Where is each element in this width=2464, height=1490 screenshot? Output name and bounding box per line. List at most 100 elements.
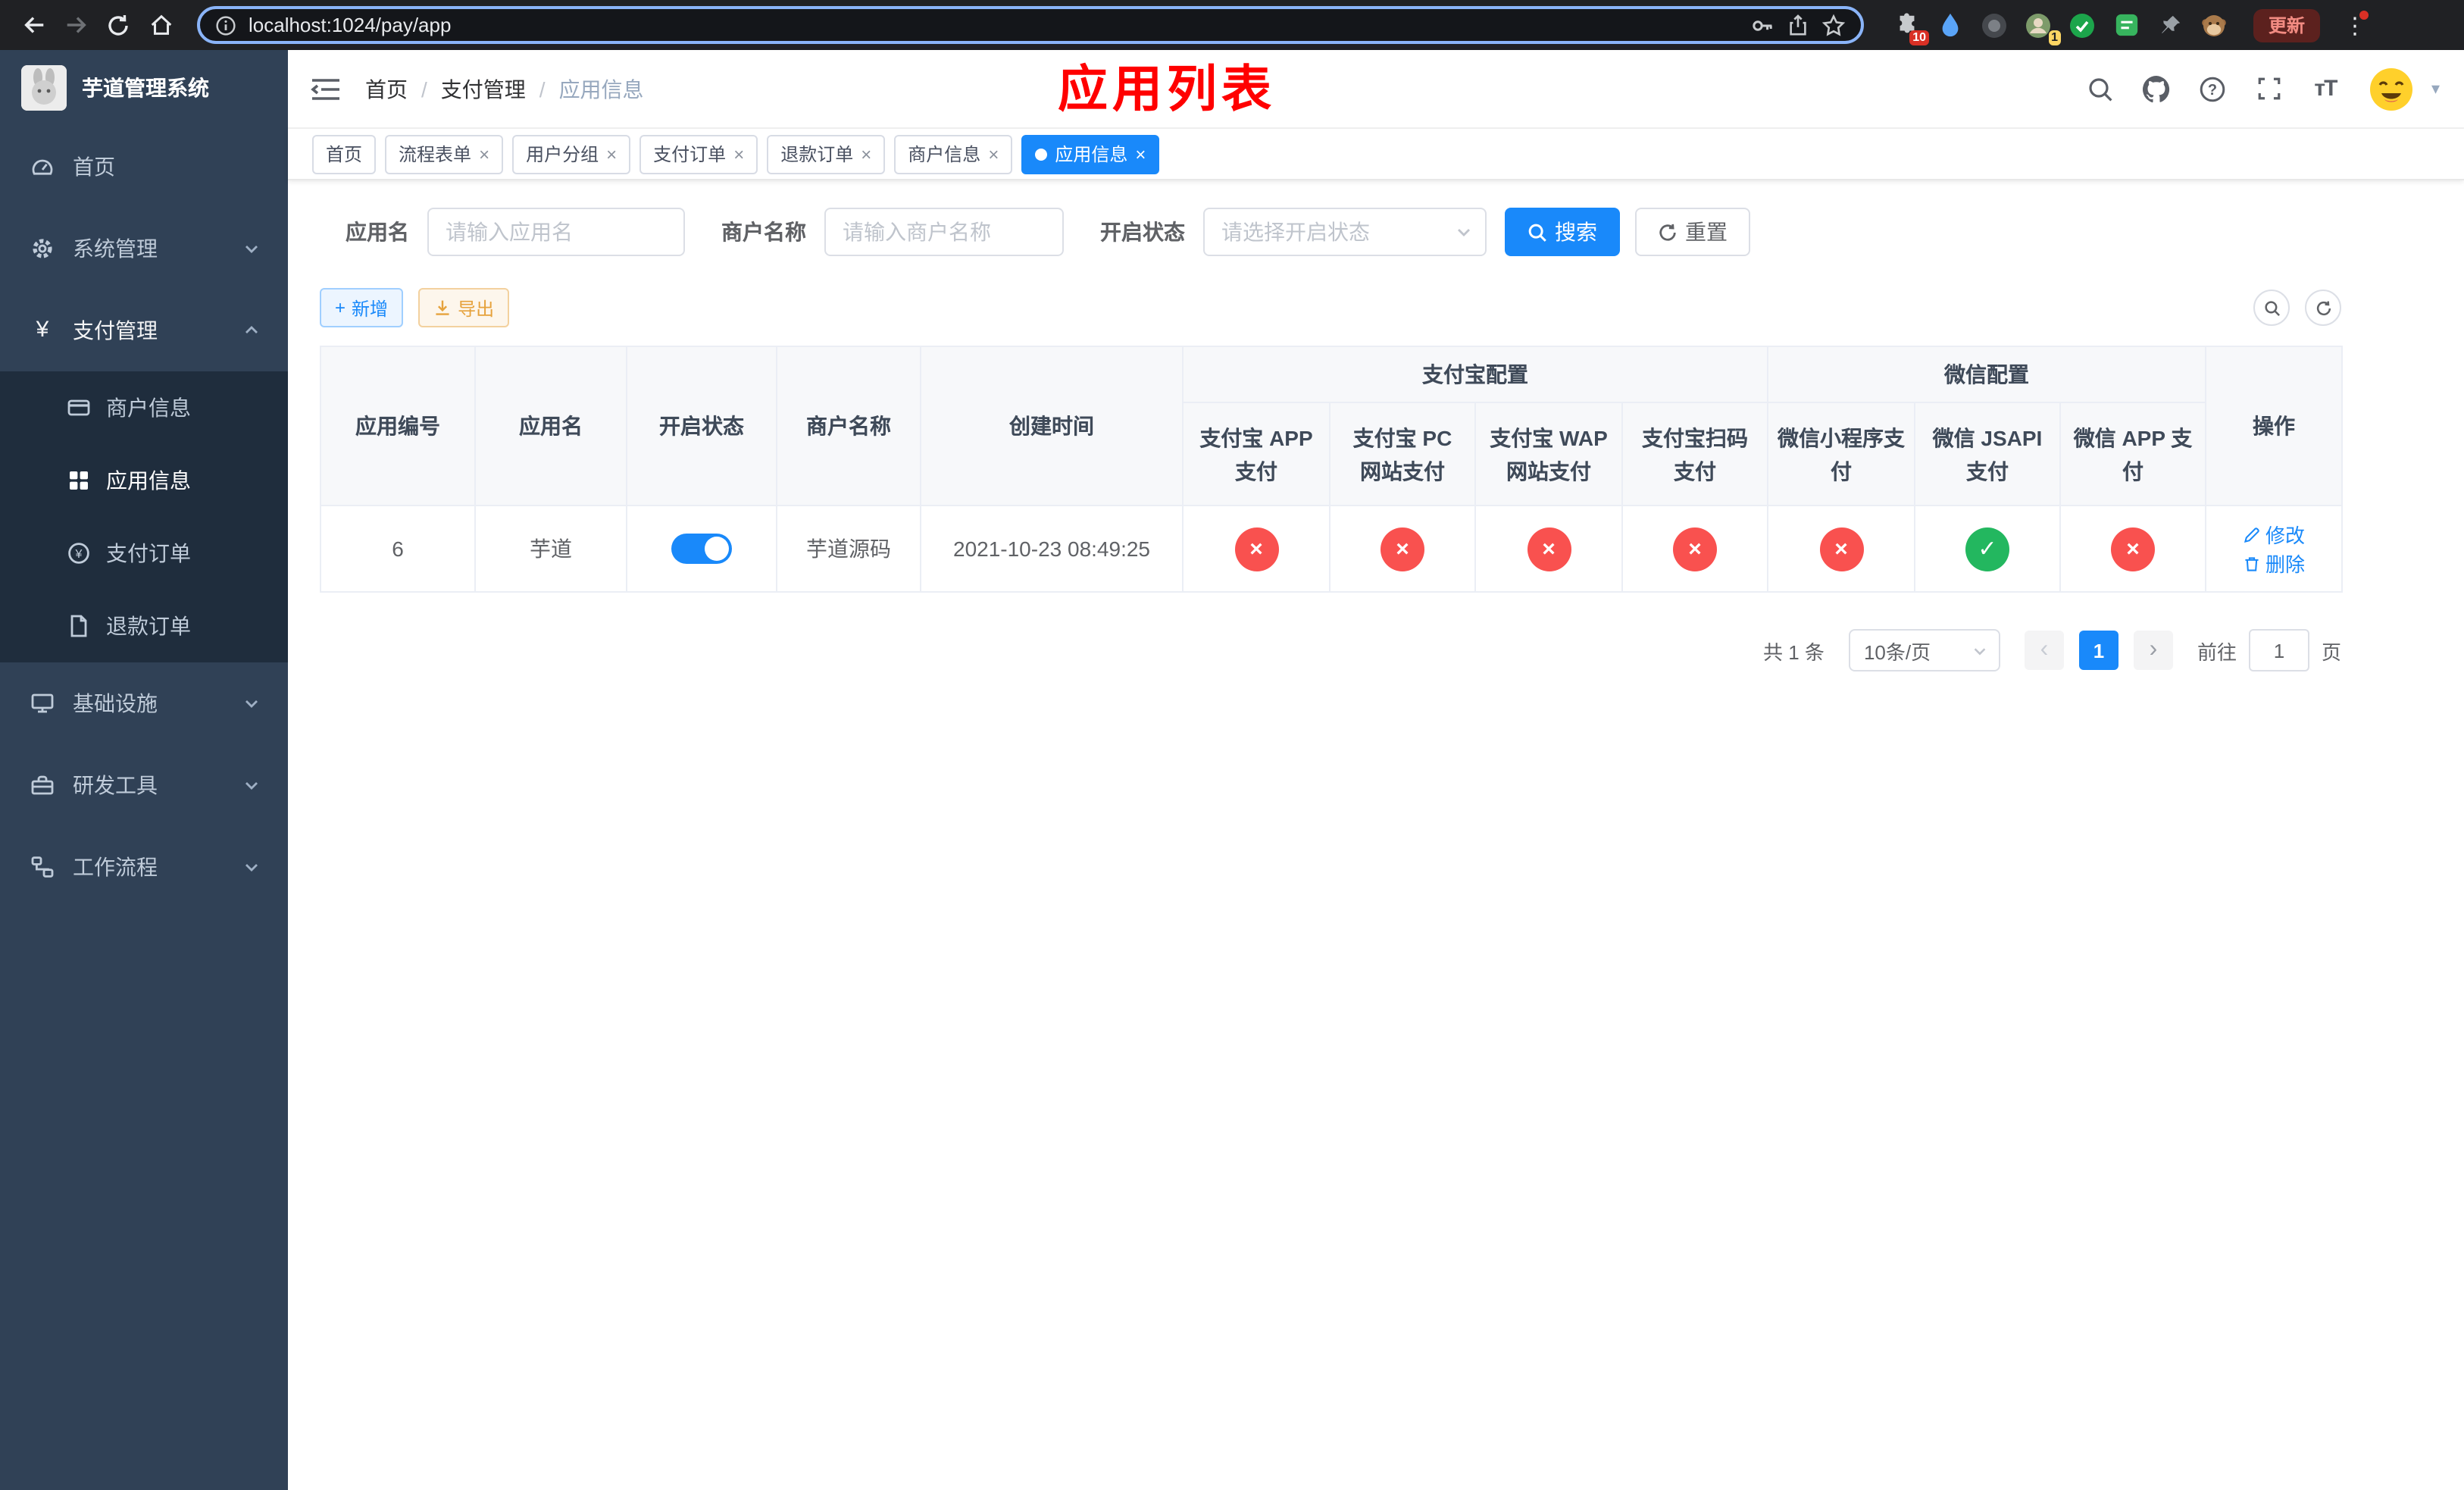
edit-link[interactable]: 修改 <box>2243 520 2305 549</box>
sidebar-item-devtools[interactable]: 研发工具 <box>0 744 288 826</box>
col-actions: 操作 <box>2205 346 2343 506</box>
table-toolbar: + 新增 导出 <box>320 288 2341 327</box>
close-icon[interactable]: × <box>479 145 489 163</box>
sidebar-item-refund-order[interactable]: 退款订单 <box>0 590 288 662</box>
table-header-group-row: 应用编号 应用名 开启状态 商户名称 创建时间 支付宝配置 微信配置 操作 <box>320 346 2343 506</box>
tab-process-form[interactable]: 流程表单 × <box>385 134 504 174</box>
url-text[interactable]: localhost:1024/pay/app <box>249 14 1738 36</box>
close-icon[interactable]: × <box>606 145 617 163</box>
sidebar-fold-icon[interactable] <box>311 75 341 102</box>
sidebar-item-pay-order[interactable]: ¥ 支付订单 <box>0 517 288 590</box>
tab-pay-order[interactable]: 支付订单 × <box>639 134 758 174</box>
github-icon[interactable] <box>2142 74 2172 104</box>
dark-circle-extension-icon[interactable] <box>1979 10 2009 40</box>
forward-button[interactable] <box>58 7 94 43</box>
sidebar-item-infra[interactable]: 基础设施 <box>0 662 288 744</box>
merchant-name-input[interactable] <box>824 208 1064 256</box>
tags-view-bar: 首页 流程表单 × 用户分组 × 支付订单 × 退款订单 × 商户信息 × 应用… <box>288 129 2464 180</box>
pagination: 共 1 条 10条/页 ‹ 1 › 前往 页 <box>320 629 2341 671</box>
refresh-icon[interactable] <box>2305 290 2341 326</box>
cell-app-name: 芋道 <box>474 505 627 593</box>
monitor-icon <box>30 691 55 715</box>
browser-menu-button[interactable]: ⋮ <box>2341 10 2369 39</box>
avatar-caret-icon[interactable]: ▾ <box>2431 79 2440 99</box>
extensions-puzzle-icon[interactable]: 10 <box>1891 10 1929 45</box>
home-button[interactable] <box>142 7 179 43</box>
document-icon <box>67 614 91 638</box>
delete-link[interactable]: 删除 <box>2243 549 2305 578</box>
sidebar-item-app-info[interactable]: 应用信息 <box>0 444 288 517</box>
close-icon[interactable]: × <box>733 145 744 163</box>
site-info-icon[interactable] <box>215 14 236 36</box>
tab-home[interactable]: 首页 <box>312 134 377 174</box>
tab-app-info[interactable]: 应用信息 × <box>1021 134 1160 174</box>
fullscreen-icon[interactable] <box>2254 74 2284 104</box>
close-icon[interactable]: × <box>988 145 999 163</box>
help-icon[interactable]: ? <box>2198 74 2228 104</box>
add-button[interactable]: + 新增 <box>320 288 404 327</box>
goto-page-input[interactable] <box>2248 629 2309 671</box>
sidebar-item-merchant-info[interactable]: 商户信息 <box>0 371 288 444</box>
status-select[interactable]: 请选择开启状态 <box>1203 208 1487 256</box>
search-button[interactable]: 搜索 <box>1505 208 1620 256</box>
toggle-search-icon[interactable] <box>2253 290 2290 326</box>
col-status: 开启状态 <box>626 346 777 506</box>
address-bar[interactable]: localhost:1024/pay/app <box>197 6 1864 44</box>
share-icon[interactable] <box>1787 14 1809 36</box>
app-title: 芋道管理系统 <box>82 76 209 100</box>
breadcrumb-home[interactable]: 首页 <box>365 74 408 104</box>
breadcrumb-payment[interactable]: 支付管理 <box>441 74 526 104</box>
app-logo[interactable]: 芋道管理系统 <box>0 50 288 126</box>
reload-button[interactable] <box>100 7 136 43</box>
sidebar-item-system[interactable]: 系统管理 <box>0 208 288 290</box>
table-mini-actions <box>2253 290 2341 326</box>
tab-refund-order[interactable]: 退款订单 × <box>767 134 886 174</box>
water-drop-extension-icon[interactable] <box>1935 10 1965 40</box>
credit-card-icon <box>67 396 91 420</box>
sidebar: 芋道管理系统 首页 系统管理 ¥ 支付管理 商户信息 应用信息 ¥ 支付订单 退… <box>0 50 288 1490</box>
export-button[interactable]: 导出 <box>418 288 510 327</box>
chat-square-extension-icon[interactable] <box>2111 10 2141 40</box>
goto-unit: 页 <box>2321 640 2341 663</box>
header-search-icon[interactable] <box>2086 74 2116 104</box>
search-form: 应用名 商户名称 开启状态 请选择开启状态 搜索 <box>346 208 2464 256</box>
back-button[interactable] <box>15 7 52 43</box>
chrome-update-button[interactable]: 更新 <box>2253 8 2321 42</box>
password-key-icon[interactable] <box>1750 13 1775 37</box>
page-number-1[interactable]: 1 <box>2078 631 2118 670</box>
profile-avatar-extension-icon[interactable]: 1 <box>2023 10 2061 45</box>
font-size-icon[interactable]: тT <box>2310 74 2340 104</box>
sidebar-item-workflow[interactable]: 工作流程 <box>0 826 288 908</box>
monkey-face-extension-icon[interactable] <box>2199 10 2229 40</box>
col-wx-app: 微信 APP 支付 <box>2059 402 2206 506</box>
wechat-jsapi-status-icon: ✓ <box>1965 527 2009 571</box>
close-icon[interactable]: × <box>861 145 871 163</box>
user-avatar[interactable] <box>2366 63 2418 114</box>
chevron-down-icon <box>242 239 261 258</box>
close-icon[interactable]: × <box>1135 145 1146 163</box>
next-page-button[interactable]: › <box>2133 631 2173 670</box>
browser-window: localhost:1024/pay/app 10 1 更新 ⋮ 芋道管理系统 … <box>0 0 2464 1490</box>
bookmark-star-icon[interactable] <box>1821 13 1846 37</box>
col-create-time: 创建时间 <box>920 346 1184 506</box>
tab-merchant-info[interactable]: 商户信息 × <box>894 134 1013 174</box>
check-circle-extension-icon[interactable] <box>2067 10 2097 40</box>
browser-toolbar: localhost:1024/pay/app 10 1 更新 ⋮ <box>0 0 2464 50</box>
reset-button[interactable]: 重置 <box>1635 208 1750 256</box>
chevron-down-icon <box>242 776 261 794</box>
sidebar-item-payment[interactable]: ¥ 支付管理 <box>0 290 288 371</box>
col-alipay-pc: 支付宝 PC 网站支付 <box>1329 402 1476 506</box>
prev-page-button[interactable]: ‹ <box>2024 631 2064 670</box>
col-merchant-name: 商户名称 <box>776 346 921 506</box>
row-status-toggle[interactable] <box>671 534 732 564</box>
profile-badge: 1 <box>2048 30 2061 45</box>
merchant-name-label: 商户名称 <box>721 220 806 244</box>
tab-user-group[interactable]: 用户分组 × <box>512 134 631 174</box>
cell-status <box>626 505 777 593</box>
sidebar-item-home[interactable]: 首页 <box>0 126 288 208</box>
app-name-input[interactable] <box>427 208 685 256</box>
pin-extension-icon[interactable] <box>2155 10 2185 40</box>
yuan-icon: ¥ <box>36 317 49 343</box>
page-size-select[interactable]: 10条/页 <box>1848 629 2000 671</box>
col-app-name: 应用名 <box>474 346 627 506</box>
